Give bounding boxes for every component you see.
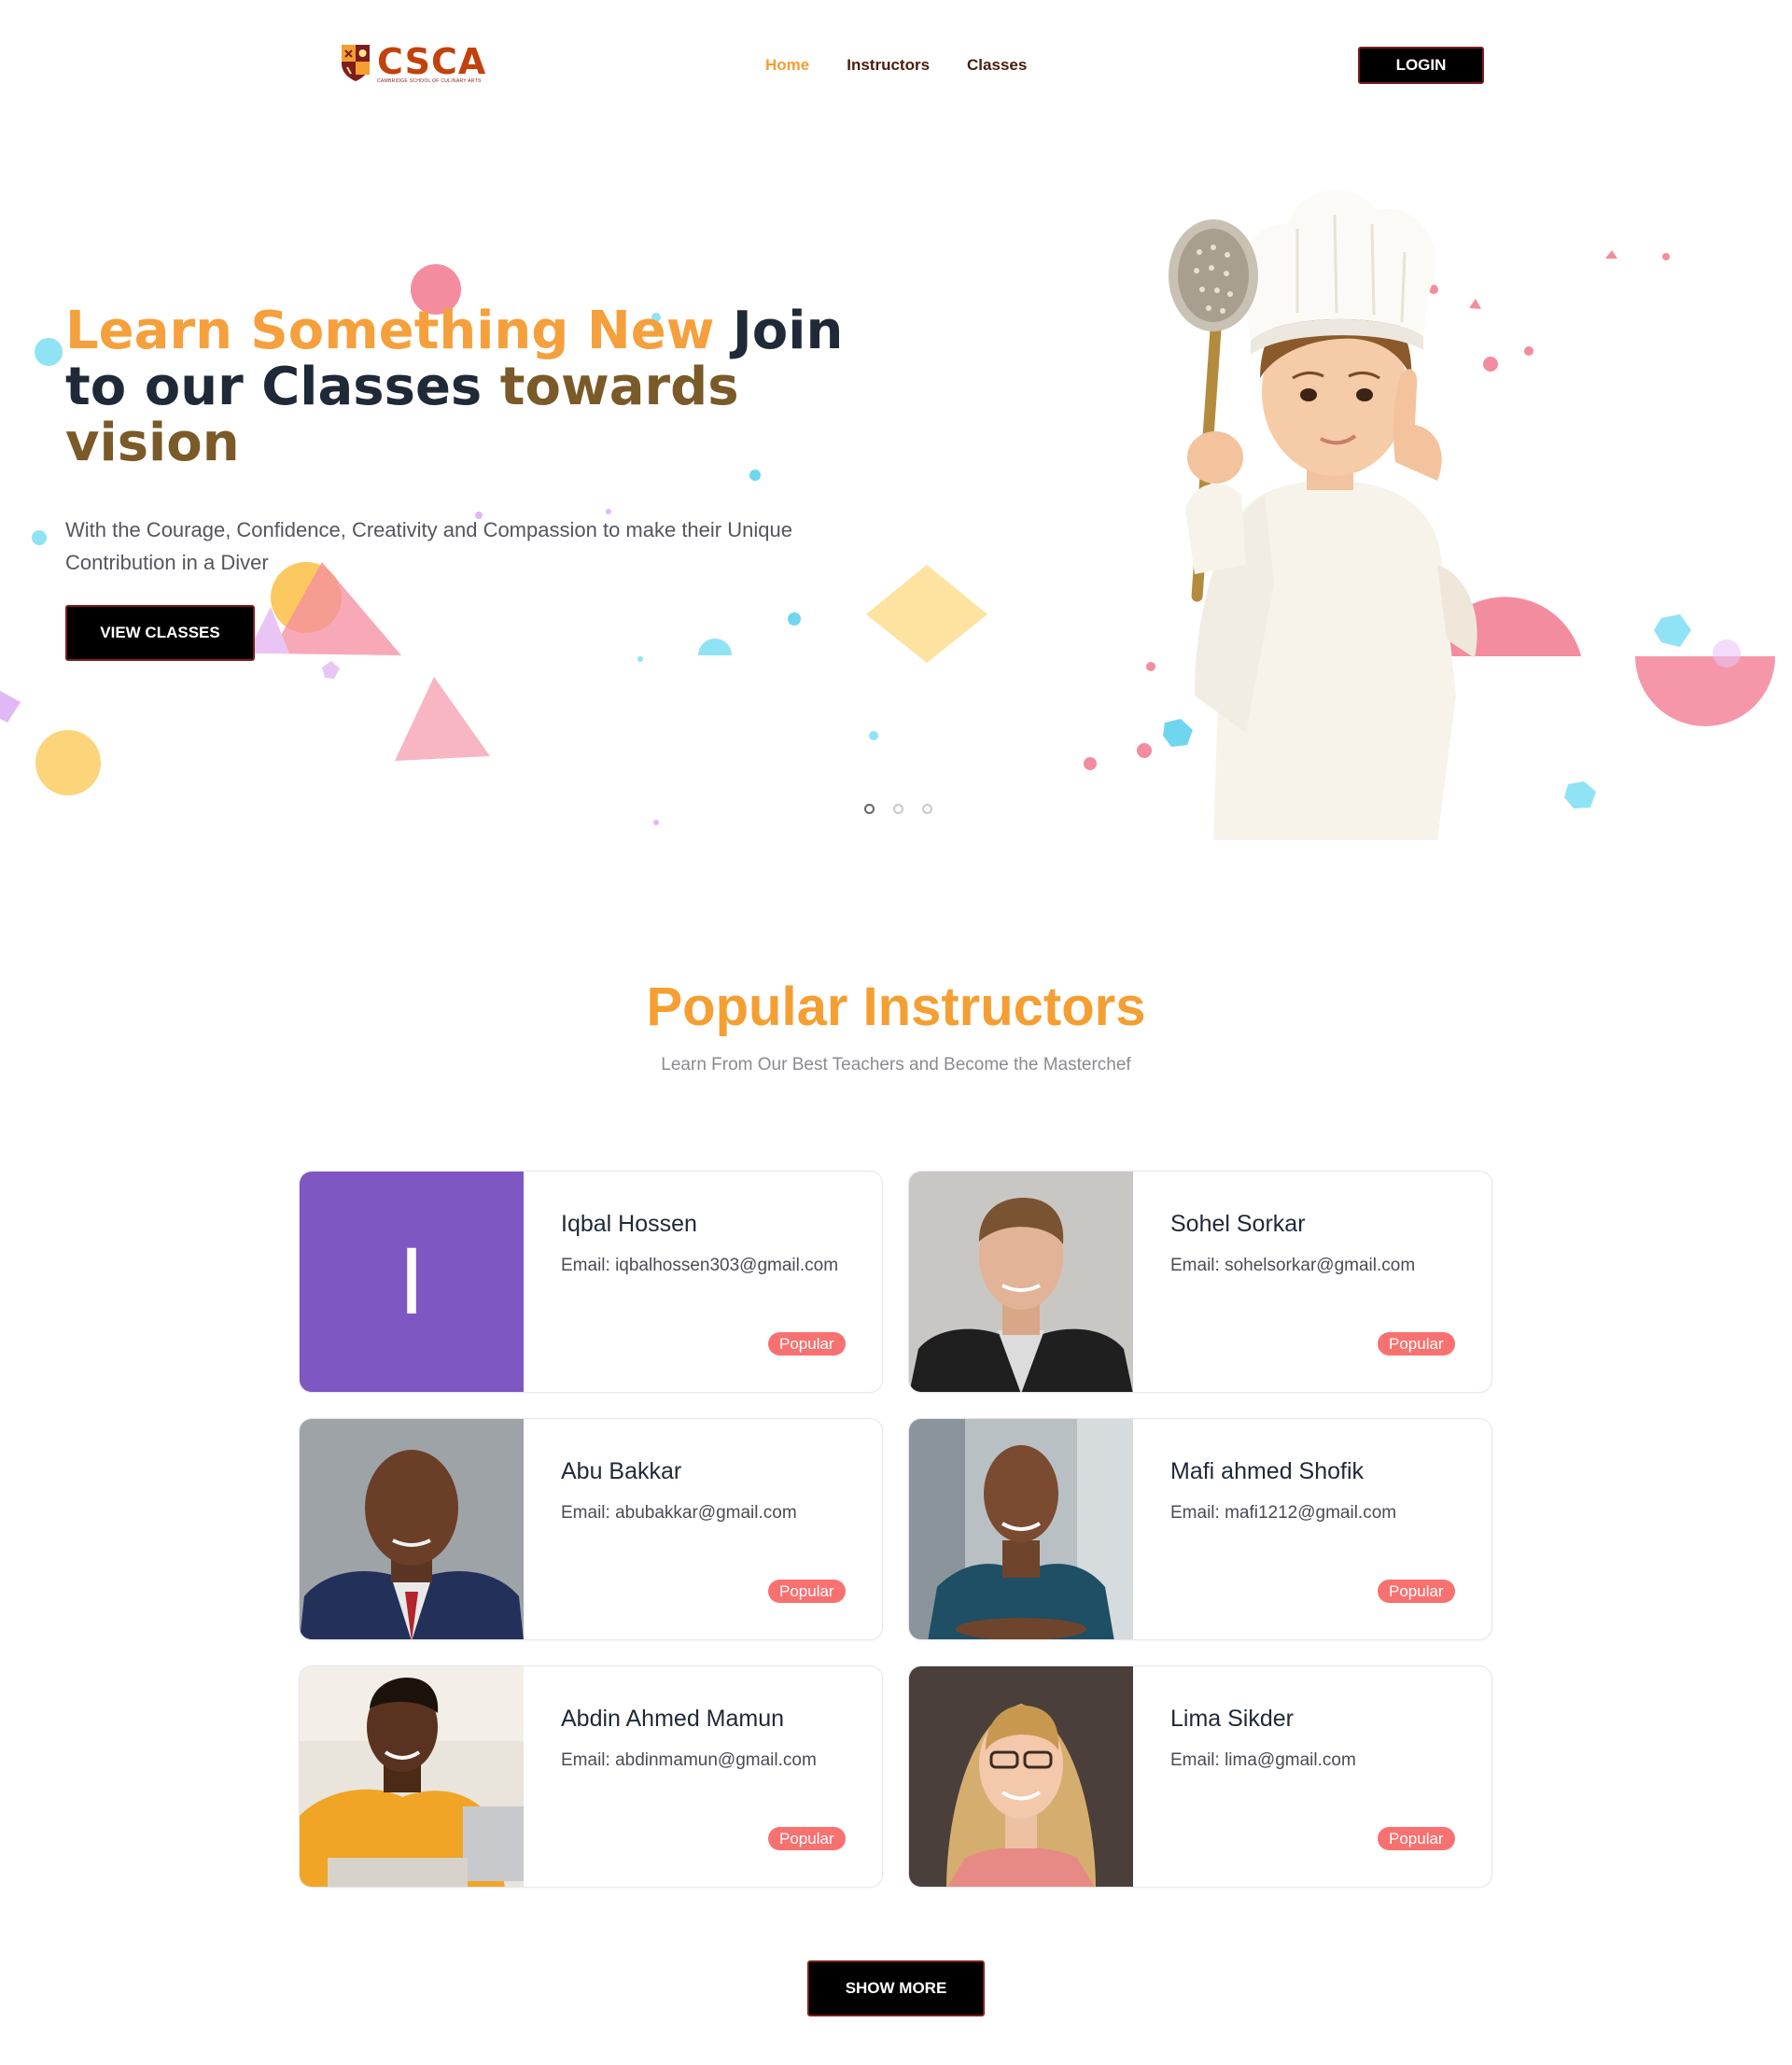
instructor-name: Iqbal Hossen bbox=[561, 1211, 697, 1237]
confetti-decoration bbox=[0, 250, 1775, 825]
instructor-card[interactable]: Mafi ahmed Shofik Email: mafi1212@gmail.… bbox=[908, 1418, 1492, 1640]
instructor-email: Email: lima@gmail.com bbox=[1170, 1750, 1356, 1770]
instructor-card[interactable]: Sohel Sorkar Email: sohelsorkar@gmail.co… bbox=[908, 1171, 1492, 1393]
instructor-name: Lima Sikder bbox=[1170, 1706, 1294, 1732]
instructor-photo bbox=[300, 1419, 524, 1639]
main-menu: Home Instructors Classes bbox=[765, 56, 1027, 75]
chef-kid-image bbox=[1169, 190, 1477, 840]
popular-badge: Popular bbox=[1378, 1827, 1455, 1850]
slider-dots bbox=[864, 804, 932, 814]
site-logo[interactable]: CSCA Cambridge School of Culinary Arts bbox=[340, 43, 486, 84]
nav-link-classes[interactable]: Classes bbox=[967, 56, 1027, 75]
instructor-name: Abu Bakkar bbox=[561, 1458, 682, 1484]
popular-badge: Popular bbox=[768, 1580, 846, 1603]
instructor-email: Email: mafi1212@gmail.com bbox=[1170, 1503, 1397, 1523]
show-more-button[interactable]: SHOW MORE bbox=[807, 1960, 985, 2016]
instructor-email: Email: abdinmamun@gmail.com bbox=[561, 1750, 817, 1770]
section-subtitle: Learn From Our Best Teachers and Become … bbox=[661, 1055, 1131, 1075]
instructor-name: Mafi ahmed Shofik bbox=[1170, 1458, 1365, 1484]
hero-title: Learn Something New Join to our Classes … bbox=[65, 303, 877, 471]
hero-title-highlight: Learn Something New bbox=[65, 301, 715, 361]
popular-badge: Popular bbox=[768, 1827, 846, 1850]
popular-badge: Popular bbox=[1378, 1580, 1455, 1603]
instructor-email: Email: iqbalhossen303@gmail.com bbox=[561, 1256, 839, 1275]
shield-logo-icon bbox=[342, 45, 370, 81]
nav-link-instructors[interactable]: Instructors bbox=[847, 56, 930, 75]
slider-dot[interactable] bbox=[893, 804, 903, 814]
logo-tagline: Cambridge School of Culinary Arts bbox=[377, 78, 482, 84]
avatar-initial: I bbox=[398, 1230, 426, 1335]
login-button[interactable]: LOGIN bbox=[1358, 47, 1484, 84]
top-navbar: CSCA Cambridge School of Culinary Arts H… bbox=[0, 0, 1792, 131]
instructor-photo bbox=[300, 1666, 524, 1887]
section-title: Popular Instructors bbox=[646, 976, 1146, 1037]
popular-badge: Popular bbox=[768, 1332, 846, 1356]
view-classes-button[interactable]: VIEW CLASSES bbox=[65, 605, 255, 661]
slider-dot[interactable] bbox=[864, 804, 875, 814]
slider-dot[interactable] bbox=[922, 804, 932, 814]
instructor-photo bbox=[909, 1666, 1133, 1887]
logo-wordmark: CSCA bbox=[377, 41, 487, 82]
instructor-card[interactable]: I Iqbal Hossen Email: iqbalhossen303@gma… bbox=[299, 1171, 883, 1393]
instructor-card[interactable]: Abu Bakkar Email: abubakkar@gmail.com Po… bbox=[299, 1418, 883, 1640]
instructor-name: Abdin Ahmed Mamun bbox=[561, 1706, 785, 1732]
instructor-email: Email: abubakkar@gmail.com bbox=[561, 1503, 797, 1523]
instructor-photo bbox=[909, 1172, 1133, 1392]
instructor-name: Sohel Sorkar bbox=[1170, 1211, 1306, 1237]
nav-link-home[interactable]: Home bbox=[765, 56, 809, 75]
instructor-card[interactable]: Lima Sikder Email: lima@gmail.com Popula… bbox=[908, 1665, 1492, 1888]
instructor-email: Email: sohelsorkar@gmail.com bbox=[1170, 1256, 1416, 1275]
instructor-avatar: I bbox=[300, 1172, 524, 1392]
instructor-card[interactable]: Abdin Ahmed Mamun Email: abdinmamun@gmai… bbox=[299, 1665, 883, 1888]
popular-badge: Popular bbox=[1378, 1332, 1455, 1356]
instructor-photo bbox=[909, 1419, 1133, 1639]
hero-slider: Learn Something New Join to our Classes … bbox=[0, 131, 1792, 840]
hero-subtitle: With the Courage, Confidence, Creativity… bbox=[65, 518, 792, 574]
